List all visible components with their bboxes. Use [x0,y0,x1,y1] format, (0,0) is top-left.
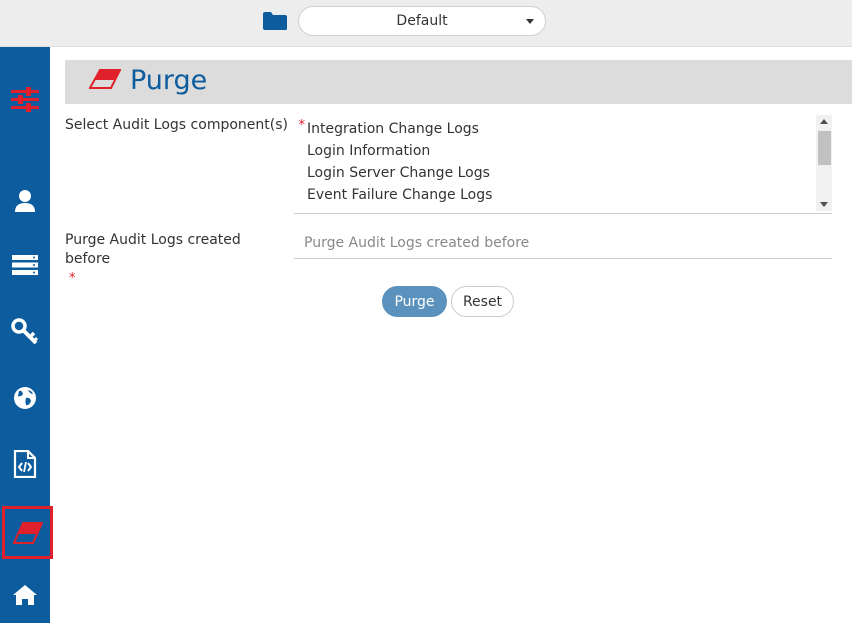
scroll-down-icon[interactable] [820,202,828,207]
components-label: Select Audit Logs component(s) * [65,117,305,133]
sidebar-item-keys[interactable] [0,307,50,357]
listbox-scrollbar[interactable] [816,115,832,211]
sliders-icon [11,87,39,112]
user-icon [15,190,35,212]
sidebar-item-purge[interactable] [2,506,53,559]
sidebar-item-globe[interactable] [0,373,50,423]
required-mark: * [69,271,76,286]
scrollbar-thumb[interactable] [818,131,831,165]
sidebar-item-code-file[interactable] [0,439,50,489]
sidebar-item-settings[interactable] [0,75,50,125]
date-label: Purge Audit Logs created before * [65,231,287,288]
sidebar-item-home[interactable] [0,570,50,620]
purge-button[interactable]: Purge [382,286,447,317]
components-label-text: Select Audit Logs component(s) [65,117,288,133]
sidebar [0,47,53,623]
page-title: Purge [130,65,208,96]
server-icon [12,255,38,275]
top-bar: Default [0,0,852,47]
list-item[interactable]: Integration Change Logs [307,121,479,137]
sidebar-item-servers[interactable] [0,240,50,290]
list-item[interactable]: Event Failure Change Logs [307,187,492,203]
key-icon [11,318,39,345]
scroll-up-icon[interactable] [820,119,828,124]
environment-value: Default [396,13,448,29]
home-icon [13,585,37,605]
sidebar-item-users[interactable] [0,176,50,226]
eraser-icon [89,69,121,89]
folder-icon[interactable] [262,11,288,31]
list-item[interactable]: Login Information [307,143,430,159]
code-file-icon [13,450,37,478]
eraser-icon [12,521,43,544]
chevron-down-icon [526,19,534,24]
reset-button[interactable]: Reset [451,286,514,317]
environment-select[interactable]: Default [298,6,546,36]
list-item[interactable]: Login Server Change Logs [307,165,490,181]
globe-icon [14,387,36,409]
page-header: Purge [65,60,852,104]
purge-date-input[interactable] [294,228,832,259]
components-listbox[interactable]: Integration Change Logs Login Informatio… [294,113,832,214]
date-label-text: Purge Audit Logs created before [65,232,241,267]
